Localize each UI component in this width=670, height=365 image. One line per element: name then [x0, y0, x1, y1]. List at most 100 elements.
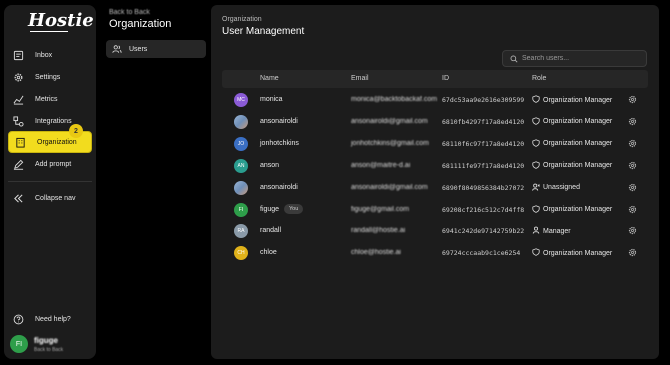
column-header-email[interactable]: Email	[351, 75, 369, 82]
avatar[interactable]: FI	[10, 335, 28, 353]
table-row[interactable]: JO jonhotchkins jonhotchkins@gmail.com 6811…	[222, 133, 648, 155]
user-icon	[532, 226, 543, 236]
role-label: Organization Manager	[543, 140, 613, 148]
sidebar-item-settings[interactable]: Settings	[6, 66, 92, 88]
gear-icon[interactable]	[628, 117, 637, 126]
table-row[interactable]: RA randall randall@hostie.ai 6941c242de9714…	[222, 220, 648, 242]
user-id: 67dc53aa9e2616e309599	[442, 96, 525, 104]
collapse-nav-label: Collapse nav	[35, 194, 76, 202]
table-row[interactable]: ansonairoldi ansonairoldi@gmail.com 6890f8…	[222, 177, 648, 199]
role-label: Organization Manager	[543, 118, 613, 126]
avatar: MC	[234, 93, 248, 107]
user-id: 68110f6c97f17a8ed4120	[442, 139, 525, 148]
help-icon	[12, 313, 25, 326]
inbox-icon	[12, 49, 25, 62]
sidebar-item-label: Add prompt	[35, 160, 72, 168]
avatar	[234, 114, 248, 129]
subnav-title: Organization	[109, 18, 172, 30]
table-row[interactable]: ansonairoldi ansonairoldi@gmail.com 6810fb…	[222, 111, 648, 133]
back-link[interactable]: Back to Back	[109, 9, 150, 16]
gear-icon[interactable]	[628, 95, 637, 104]
pen-icon	[12, 158, 25, 171]
logo-underline	[30, 31, 68, 32]
sidebar-item-inbox[interactable]: Inbox	[6, 44, 92, 66]
page-title: User Management	[222, 26, 305, 37]
shield-icon	[532, 161, 543, 171]
user-id: 6941c242de97142759b22	[442, 227, 525, 236]
section-label: Organization	[222, 16, 262, 23]
hostie-logo[interactable]: Hostie	[28, 10, 94, 31]
gear-icon[interactable]	[628, 161, 637, 170]
user-email: figuge@gmail.com	[351, 205, 410, 213]
user-name: randall	[260, 227, 282, 235]
table-row[interactable]: AN anson anson@maitre-d.ai 681111fe97f17a8e…	[222, 155, 648, 177]
user-id: 69208cf216c512c7d4ff8	[442, 205, 525, 214]
current-user-name: figuge	[34, 336, 58, 345]
building-icon	[14, 136, 27, 149]
sidebar-divider	[8, 181, 92, 182]
shield-icon	[532, 139, 543, 149]
user-email: monica@backtobackaf.com	[351, 96, 438, 103]
role-label: Organization Manager	[543, 96, 613, 104]
gear-icon	[12, 71, 25, 84]
search-box[interactable]	[502, 50, 647, 67]
user-id: 6890f8049856384b27072	[442, 183, 525, 192]
shield-icon	[532, 95, 543, 105]
gear-icon[interactable]	[628, 248, 637, 257]
sidebar-item-label: Organization	[37, 138, 77, 146]
shield-icon	[532, 204, 543, 215]
avatar: AN	[234, 158, 248, 173]
user-name: jonhotchkins	[260, 139, 299, 147]
integrations-icon	[12, 115, 25, 128]
avatar: FI	[234, 202, 248, 217]
user-id: 681111fe97f17a8ed4120	[442, 161, 525, 170]
table-row[interactable]: CH chloe chloe@hostie.ai 69724cccaab9c1ce62…	[222, 242, 648, 264]
role-label: Manager	[543, 227, 571, 235]
user-name: ansonairoldi	[260, 117, 298, 125]
current-user-org: Back to Back	[34, 347, 64, 353]
role-label: Organization Manager	[543, 162, 613, 170]
search-icon	[509, 54, 518, 63]
avatar: RA	[234, 224, 248, 239]
user-role: Organization Manager	[532, 95, 612, 105]
step-badge: 2	[69, 124, 83, 138]
user-id: 69724cccaab9c1ce6254	[442, 249, 521, 258]
avatar	[234, 180, 248, 195]
user-email: anson@maitre-d.ai	[351, 161, 411, 169]
sidebar-item-add-prompt[interactable]: Add prompt	[6, 153, 92, 175]
subnav-item-label: Users	[129, 45, 148, 53]
shield-icon	[532, 248, 543, 258]
table-row[interactable]: MC monica monica@backtobackaf.com 67dc53aa9…	[222, 89, 648, 111]
gear-icon[interactable]	[628, 226, 637, 235]
user-name: monica	[260, 96, 283, 103]
subnav-item-users[interactable]: Users	[106, 40, 206, 58]
user-email: randall@hostie.ai	[351, 227, 406, 235]
avatar: CH	[234, 246, 248, 261]
user-role: Organization Manager	[532, 248, 612, 258]
column-header-role[interactable]: Role	[532, 75, 546, 82]
chart-icon	[12, 93, 25, 106]
user-role: Manager	[532, 226, 571, 236]
user-name: figuge	[260, 205, 280, 213]
help-button[interactable]: Need help?	[6, 308, 92, 330]
table-row[interactable]: FI figuge You figuge@gmail.com 69208cf216c51…	[222, 199, 648, 221]
gear-icon[interactable]	[628, 139, 637, 148]
column-header-id[interactable]: ID	[442, 75, 449, 82]
gear-icon[interactable]	[628, 183, 637, 192]
role-label: Unassigned	[543, 184, 580, 192]
collapse-nav-button[interactable]: Collapse nav	[6, 187, 92, 209]
gear-icon[interactable]	[628, 205, 637, 214]
sidebar-item-label: Inbox	[35, 51, 53, 59]
column-header-name[interactable]: Name	[260, 75, 279, 82]
user-name: chloe	[260, 249, 277, 257]
user-role: Organization Manager	[532, 161, 612, 171]
user-email: jonhotchkins@gmail.com	[351, 139, 429, 147]
user-name: anson	[260, 161, 280, 169]
sidebar-item-metrics[interactable]: Metrics	[6, 88, 92, 110]
users-icon	[111, 44, 122, 55]
user-role: Unassigned	[532, 183, 580, 193]
sidebar-item-label: Settings	[35, 73, 61, 81]
search-input[interactable]	[522, 55, 632, 62]
sidebar-item-label: Metrics	[35, 95, 58, 103]
sidebar-item-label: Integrations	[35, 117, 72, 125]
